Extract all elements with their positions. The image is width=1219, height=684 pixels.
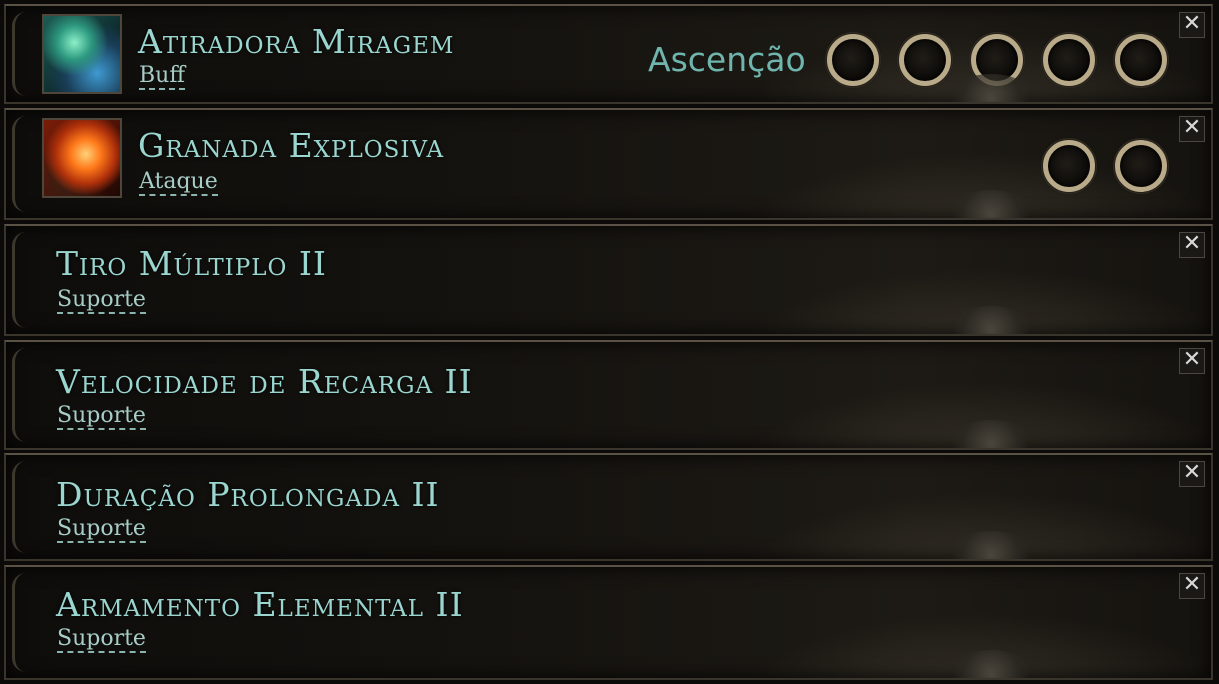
skill-title: Granada Explosiva [138, 126, 445, 165]
socket-2[interactable] [1115, 140, 1167, 192]
skill-title: Atiradora Miragem [138, 22, 455, 61]
skill-row-4[interactable]: Velocidade de Recarga II Suporte ✕ [4, 340, 1213, 450]
skill-title: Armamento Elemental II [56, 585, 464, 624]
socket-3[interactable] [971, 34, 1023, 86]
skill-title: Duração Prolongada II [56, 475, 440, 514]
skill-row-3[interactable]: Tiro Múltiplo II Suporte ✕ [4, 224, 1213, 336]
skill-type-link[interactable]: Buff [139, 64, 185, 90]
skill-type-link[interactable]: Suporte [57, 288, 146, 314]
skill-title: Tiro Múltiplo II [56, 244, 327, 283]
socket-1[interactable] [827, 34, 879, 86]
socket-5[interactable] [1115, 34, 1167, 86]
skill-type-link[interactable]: Suporte [57, 404, 146, 430]
skill-row-2[interactable]: Granada Explosiva Ataque ✕ [4, 108, 1213, 220]
ascension-label: Ascenção [648, 40, 806, 79]
socket-2[interactable] [899, 34, 951, 86]
mirage-archer-icon [42, 14, 122, 94]
close-button[interactable]: ✕ [1179, 232, 1205, 258]
skill-type-link[interactable]: Ataque [139, 170, 218, 196]
skill-row-6[interactable]: Armamento Elemental II Suporte ✕ [4, 565, 1213, 680]
skill-row-5[interactable]: Duração Prolongada II Suporte ✕ [4, 453, 1213, 561]
close-button[interactable]: ✕ [1179, 348, 1205, 374]
skill-row-1[interactable]: Atiradora Miragem Buff Ascenção ✕ [4, 4, 1213, 104]
close-button[interactable]: ✕ [1179, 12, 1205, 38]
socket-4[interactable] [1043, 34, 1095, 86]
socket-1[interactable] [1043, 140, 1095, 192]
skill-title: Velocidade de Recarga II [56, 362, 473, 401]
close-button[interactable]: ✕ [1179, 116, 1205, 142]
skill-type-link[interactable]: Suporte [57, 517, 146, 543]
close-button[interactable]: ✕ [1179, 461, 1205, 487]
skill-type-link[interactable]: Suporte [57, 627, 146, 653]
close-button[interactable]: ✕ [1179, 573, 1205, 599]
explosive-grenade-icon [42, 118, 122, 198]
